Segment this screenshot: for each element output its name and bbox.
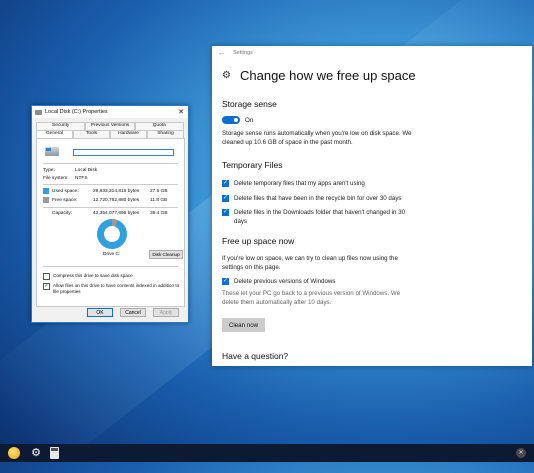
free-space-swatch	[43, 197, 49, 203]
compress-drive-checkbox[interactable]: Compress this drive to save disk space	[43, 273, 181, 280]
disk-properties-dialog: Local Disk (C:) Properties ✕ Security Pr…	[31, 105, 189, 323]
settings-icon[interactable]: ⚙	[30, 447, 42, 459]
tab-hardware[interactable]: Hardware	[110, 130, 147, 138]
used-space-label: Used space:	[52, 189, 79, 194]
divider	[43, 266, 178, 267]
used-space-gb: 27.5 GB	[150, 189, 168, 194]
gear-icon: ⚙	[222, 69, 231, 81]
capacity-bytes: 42,354,077,696 bytes	[93, 211, 140, 216]
tab-quota[interactable]: Quota	[134, 122, 184, 130]
checkbox-checked-icon: ✓	[43, 283, 50, 290]
toggle-knob	[234, 118, 238, 122]
disk-usage-donut-chart	[97, 219, 127, 249]
index-files-checkbox[interactable]: ✓ Allow files on this drive to have cont…	[43, 283, 181, 294]
cancel-button[interactable]: Cancel	[120, 308, 146, 317]
dialog-title: Local Disk (C:) Properties	[45, 109, 108, 115]
ok-button[interactable]: OK	[87, 308, 113, 317]
clean-now-button[interactable]: Clean now	[222, 318, 265, 332]
settings-titlebar: ← Settings	[212, 46, 532, 60]
drive-label: Drive C:	[103, 252, 121, 257]
calculator-icon[interactable]	[50, 447, 59, 459]
storage-sense-description: Storage sense runs automatically when yo…	[222, 130, 412, 146]
delete-previous-windows-option[interactable]: ✓ Delete previous versions of Windows	[222, 278, 424, 287]
previous-windows-note: These let your PC go back to a previous …	[222, 290, 401, 306]
storage-sense-heading: Storage sense	[222, 99, 277, 109]
app-icon[interactable]	[8, 447, 20, 459]
compress-drive-label: Compress this drive to save disk space	[53, 273, 133, 278]
settings-window: ← Settings ⚙ Change how we free up space…	[212, 46, 532, 366]
disk-cleanup-button[interactable]: Disk Cleanup	[149, 250, 183, 259]
divider	[43, 207, 178, 208]
have-a-question-heading: Have a question?	[222, 351, 289, 361]
index-files-label: Allow files on this drive to have conten…	[53, 283, 180, 294]
tab-general[interactable]: General	[36, 130, 73, 138]
temp-option-apps[interactable]: ✓ Delete temporary files that my apps ar…	[222, 180, 424, 189]
temp-option-downloads-label: Delete files in the Downloads folder tha…	[234, 209, 406, 225]
checkbox-checked-icon: ✓	[222, 209, 229, 216]
temporary-files-heading: Temporary Files	[222, 160, 283, 170]
checkbox-unchecked-icon	[43, 273, 50, 280]
delete-previous-windows-label: Delete previous versions of Windows	[234, 278, 336, 285]
free-up-space-heading: Free up space now	[222, 236, 295, 246]
type-label: Type:	[43, 168, 55, 173]
capacity-label: Capacity:	[52, 211, 72, 216]
general-tab-panel: Type: Local Disk File system: NTFS Used …	[36, 138, 185, 307]
checkbox-checked-icon: ✓	[222, 180, 229, 187]
drive-name-input[interactable]	[73, 149, 174, 156]
file-system-value: NTFS	[75, 176, 88, 181]
used-space-bytes: 29,633,314,816 bytes	[93, 189, 140, 194]
temp-option-recycle-bin-label: Delete files that have been in the recyc…	[234, 195, 402, 202]
capacity-gb: 39.4 GB	[150, 211, 168, 216]
tab-sharing[interactable]: Sharing	[147, 130, 184, 138]
checkbox-checked-icon: ✓	[222, 195, 229, 202]
drive-large-icon	[45, 147, 59, 156]
page-title: Change how we free up space	[240, 68, 416, 83]
divider	[43, 163, 178, 164]
free-space-label: Free space:	[52, 198, 78, 203]
taskbar: ⚙ ✕	[0, 444, 534, 462]
free-space-bytes: 12,720,762,880 bytes	[93, 198, 140, 203]
tab-security[interactable]: Security	[36, 122, 86, 130]
close-icon[interactable]: ✕	[178, 108, 184, 116]
tab-previous-versions[interactable]: Previous Versions	[85, 122, 135, 130]
type-value: Local Disk	[75, 168, 98, 173]
dialog-titlebar: Local Disk (C:) Properties ✕	[32, 106, 188, 118]
free-space-gb: 11.8 GB	[150, 198, 168, 203]
close-icon[interactable]: ✕	[516, 448, 526, 458]
divider	[43, 184, 178, 185]
checkbox-checked-icon: ✓	[222, 278, 229, 285]
tab-row-1: Security Previous Versions Quota	[36, 122, 184, 130]
free-up-description: If you're low on space, we can try to cl…	[222, 255, 398, 271]
storage-sense-toggle[interactable]	[222, 116, 240, 124]
apply-button[interactable]: Apply	[153, 308, 179, 317]
tab-tools[interactable]: Tools	[73, 130, 110, 138]
page-title-row: ⚙ Change how we free up space	[222, 68, 532, 83]
settings-breadcrumb: Settings	[233, 50, 253, 56]
tab-row-2: General Tools Hardware Sharing	[36, 130, 184, 138]
drive-icon	[35, 109, 42, 115]
back-arrow-icon[interactable]: ←	[218, 50, 225, 57]
used-space-swatch	[43, 188, 49, 194]
temp-option-downloads[interactable]: ✓ Delete files in the Downloads folder t…	[222, 209, 419, 226]
file-system-label: File system:	[43, 176, 69, 181]
toggle-label: On	[245, 116, 254, 124]
storage-sense-toggle-row: On	[222, 116, 253, 124]
temp-option-apps-label: Delete temporary files that my apps aren…	[234, 180, 365, 187]
temp-option-recycle-bin[interactable]: ✓ Delete files that have been in the rec…	[222, 195, 424, 204]
